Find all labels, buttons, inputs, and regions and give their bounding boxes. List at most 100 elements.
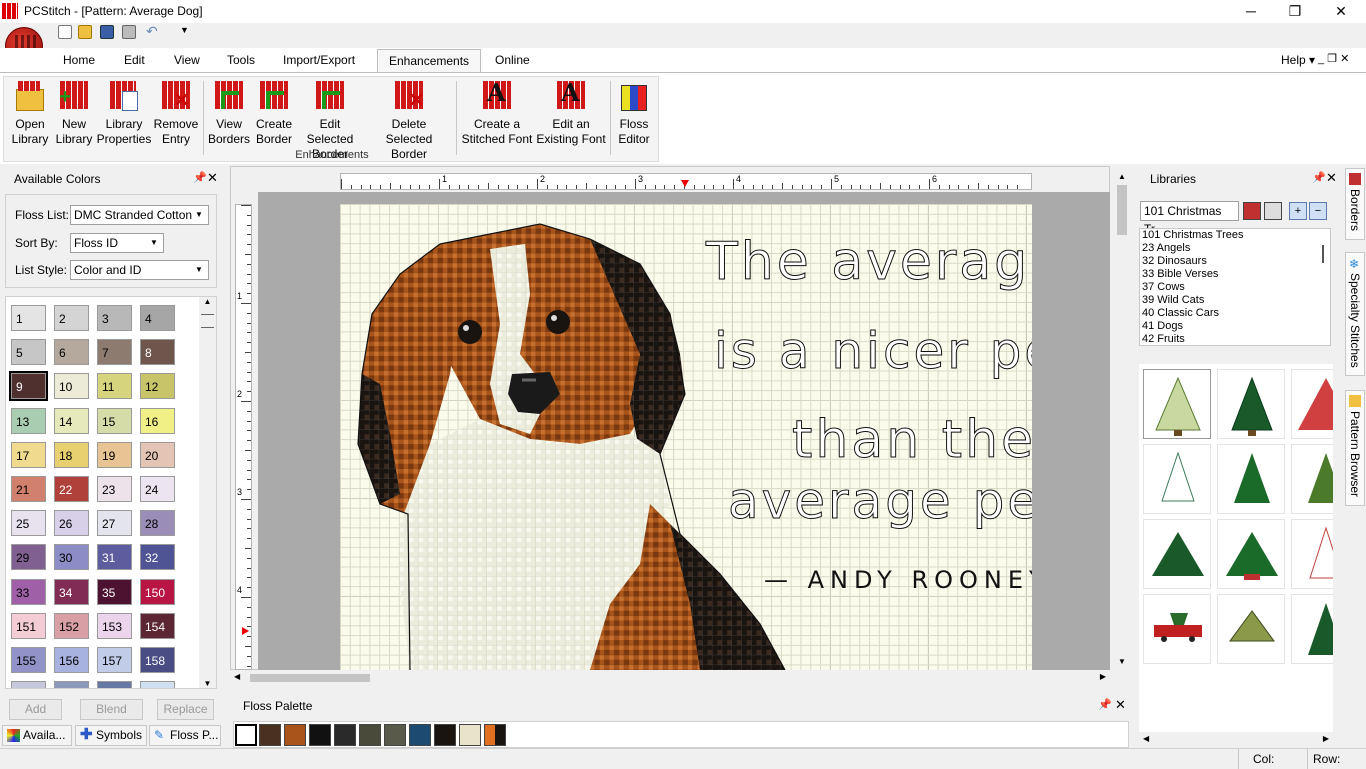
swatch-scrollbar[interactable]: ▲ ▼ [199,297,216,688]
tab-symbols[interactable]: ✚ Symbols [75,725,147,746]
tree-thumb[interactable] [1217,594,1285,664]
tree-thumb[interactable] [1143,444,1211,514]
floss-swatch-2[interactable] [259,724,281,746]
floss-swatch-10[interactable] [459,724,481,746]
color-swatch[interactable]: 5 [11,339,46,366]
color-swatch[interactable]: 155 [11,647,46,673]
library-properties-icon[interactable] [1264,202,1282,220]
color-swatch[interactable]: 156 [54,647,89,673]
tab-import-export[interactable]: Import/Export [272,49,366,72]
list-item[interactable]: 32 Dinosaurs [1142,255,1207,268]
close-icon[interactable]: ✕ [207,170,218,186]
pin-icon[interactable]: 📌 [193,171,207,184]
color-swatch[interactable]: 22 [54,476,89,502]
color-swatch[interactable]: 159 [11,681,46,688]
add-button[interactable]: Add [9,699,62,720]
color-swatch[interactable]: 15 [97,407,132,434]
library-info-icon[interactable] [1243,202,1261,220]
tab-floss-palette[interactable]: ✎ Floss P... [149,725,221,746]
zoom-out-icon[interactable]: − [1309,202,1327,220]
pattern-canvas[interactable]: The average dog is a nicer person than t… [340,204,1032,670]
open-library-button[interactable]: Open Library [8,79,52,147]
list-item[interactable]: 23 Angels [1142,242,1190,255]
list-item[interactable]: 42 Fruits [1142,333,1185,345]
color-swatch[interactable]: 14 [54,407,89,434]
floss-swatch-9[interactable] [434,724,456,746]
car-thumb[interactable] [1143,594,1211,664]
library-select[interactable]: 101 Christmas Tr... [1140,201,1239,236]
tree-thumb[interactable] [1143,519,1211,589]
color-swatch[interactable]: 35 [97,578,132,605]
floss-editor-button[interactable]: Floss Editor [612,79,656,147]
color-swatch[interactable]: 162 [140,681,175,688]
floss-swatch-5[interactable] [334,724,356,746]
list-item[interactable]: 37 Cows [1142,281,1185,294]
save-icon[interactable] [100,25,114,39]
color-swatch[interactable]: 3 [97,305,132,331]
color-swatch[interactable]: 153 [97,612,132,639]
new-file-icon[interactable] [58,25,72,39]
color-swatch[interactable]: 10 [54,373,89,400]
tree-thumb[interactable] [1291,519,1333,589]
color-swatch[interactable]: 1 [11,305,46,331]
close-button[interactable]: ✕ [1318,0,1364,23]
view-borders-button[interactable]: View Borders [206,79,252,147]
blend-button[interactable]: Blend [80,699,143,720]
color-swatch[interactable]: 2 [54,305,89,331]
color-swatch[interactable]: 13 [11,407,46,434]
tree-thumb[interactable] [1291,369,1333,439]
pin-icon[interactable]: 📌 [1098,698,1112,711]
tab-edit[interactable]: Edit [113,49,156,72]
qat-dropdown-icon[interactable]: ▼ [180,25,194,39]
color-swatch[interactable]: 29 [11,544,46,571]
edit-existing-font-button[interactable]: A Edit an Existing Font [534,79,608,147]
color-swatch[interactable]: 34 [54,578,89,605]
new-library-button[interactable]: + New Library [52,79,96,147]
mdi-controls[interactable]: _ ❐ ✕ [1318,52,1349,65]
color-swatch[interactable]: 150 [140,578,175,605]
restore-button[interactable]: ❐ [1272,0,1318,23]
color-swatch[interactable]: 33 [11,578,46,605]
color-swatch[interactable]: 11 [97,373,132,400]
floss-swatch-11[interactable] [484,724,506,746]
remove-entry-button[interactable]: ✕ Remove Entry [152,79,200,147]
color-swatch[interactable]: 161 [97,681,132,688]
tab-online[interactable]: Online [484,49,541,72]
color-swatch[interactable]: 160 [54,681,89,688]
tree-thumb[interactable] [1217,519,1285,589]
floss-list-select[interactable]: DMC Stranded Cotton ▼ [70,205,209,225]
list-item[interactable]: 41 Dogs [1142,320,1183,333]
close-icon[interactable]: ✕ [1115,697,1126,713]
tab-view[interactable]: View [163,49,211,72]
tree-thumb[interactable] [1143,369,1211,439]
tree-thumb[interactable] [1217,444,1285,514]
print-icon[interactable] [122,25,136,39]
horizontal-scrollbar[interactable]: ◀ ▶ [230,670,1110,686]
tab-tools[interactable]: Tools [216,49,266,72]
color-swatch[interactable]: 4 [140,305,175,331]
color-swatch[interactable]: 7 [97,339,132,366]
color-swatch[interactable]: 30 [54,544,89,571]
color-swatch[interactable]: 154 [140,612,175,639]
tree-thumb[interactable] [1217,369,1285,439]
close-icon[interactable]: ✕ [1326,170,1337,186]
minimize-button[interactable]: ─ [1228,0,1274,23]
tree-thumb[interactable] [1291,444,1333,514]
list-style-select[interactable]: Color and ID ▼ [70,260,209,280]
list-item[interactable]: 39 Wild Cats [1142,294,1204,307]
undo-icon[interactable]: ↶ [146,24,160,39]
tab-available-colors[interactable]: Availa... [2,725,72,746]
tab-enhancements[interactable]: Enhancements [377,49,482,72]
zoom-in-icon[interactable]: + [1289,202,1307,220]
list-item[interactable]: 101 Christmas Trees [1142,229,1243,242]
color-swatch[interactable]: 17 [11,441,46,468]
color-swatch[interactable]: 18 [54,441,89,468]
vertical-scrollbar[interactable]: ▲ ▼ [1114,168,1130,670]
tab-pattern-browser[interactable]: Pattern Browser [1345,390,1365,506]
color-swatch[interactable]: 31 [97,544,132,571]
color-swatch[interactable]: 27 [97,510,132,537]
color-swatch[interactable]: 28 [140,510,175,537]
tab-borders[interactable]: Borders [1345,168,1365,240]
replace-button[interactable]: Replace [157,699,214,720]
tab-home[interactable]: Home [52,49,106,72]
